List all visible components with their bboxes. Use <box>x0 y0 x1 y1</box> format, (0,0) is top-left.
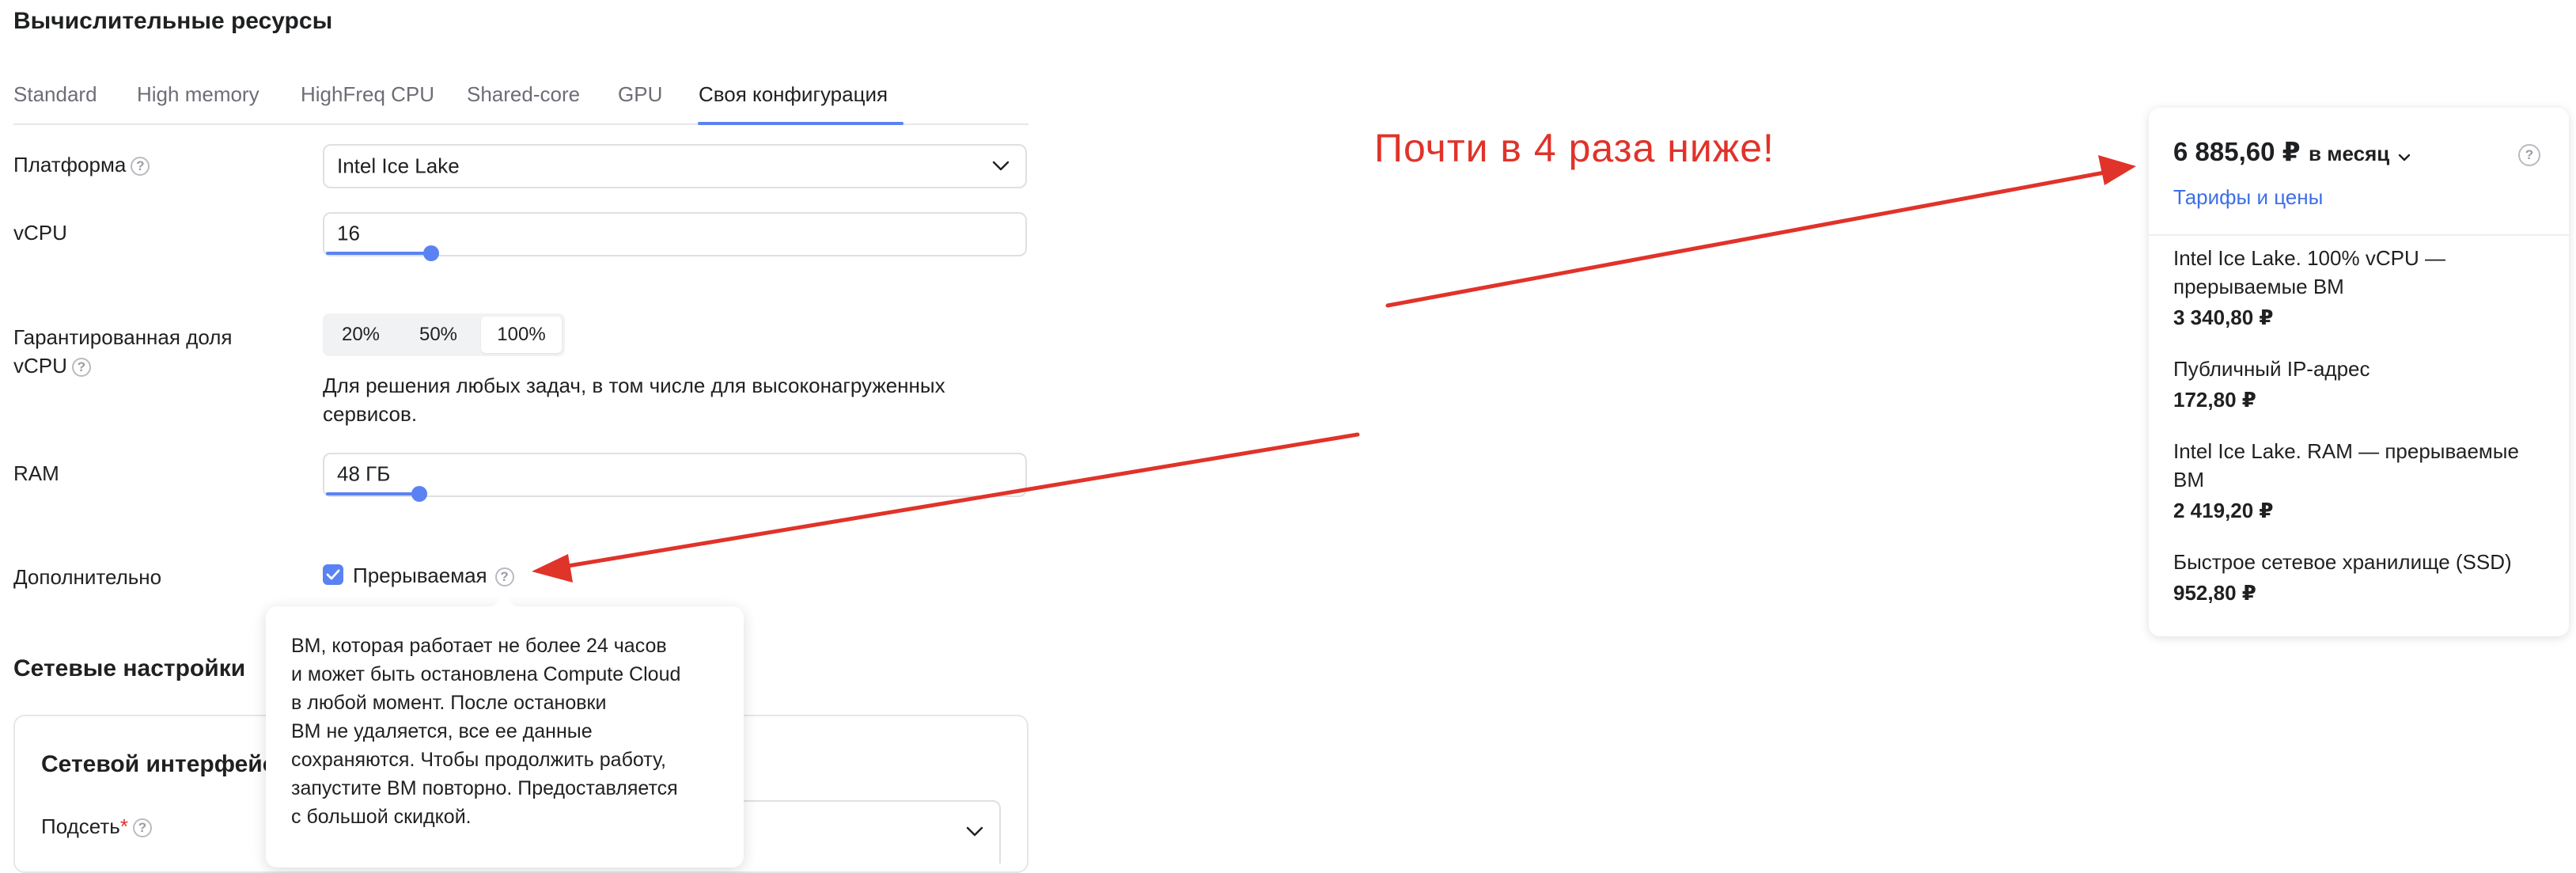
arrow-to-price <box>1385 155 2136 308</box>
arrow-to-preemptible <box>532 432 1360 583</box>
price-item-price: 172,80 ₽ <box>2173 388 2256 412</box>
price-item-name: Intel Ice Lake. 100% vCPU — <box>2173 246 2445 270</box>
price-item-name: ВМ <box>2173 468 2204 492</box>
price-item-name: Быстрое сетевое хранилище (SSD) <box>2173 550 2512 574</box>
price-item-name: Intel Ice Lake. RAM — прерываемые <box>2173 439 2519 463</box>
price-item-name: Публичный IP-адрес <box>2173 357 2370 381</box>
price-item: Быстрое сетевое хранилище (SSD) 952,80 ₽ <box>2173 548 2545 605</box>
price-item: Intel Ice Lake. RAM — прерываемые ВМ 2 4… <box>2173 437 2545 523</box>
chevron-down-icon <box>2398 154 2410 161</box>
price-summary-card: 6 885,60 ₽ в месяц ? Тарифы и цены Intel… <box>2149 108 2569 636</box>
price-item-price: 2 419,20 ₽ <box>2173 499 2274 522</box>
price-item-price: 3 340,80 ₽ <box>2173 306 2274 329</box>
help-icon[interactable]: ? <box>2518 144 2540 166</box>
price-total: 6 885,60 ₽ <box>2173 137 2301 166</box>
tariffs-link[interactable]: Тарифы и цены <box>2173 185 2323 210</box>
price-total-row[interactable]: 6 885,60 ₽ в месяц <box>2173 136 2411 167</box>
price-period: в месяц <box>2309 142 2390 165</box>
divider <box>2149 234 2569 236</box>
price-item: Intel Ice Lake. 100% vCPU — прерываемые … <box>2173 244 2545 330</box>
price-item-price: 952,80 ₽ <box>2173 581 2256 605</box>
price-item: Публичный IP-адрес 172,80 ₽ <box>2173 355 2545 412</box>
price-item-name: прерываемые ВМ <box>2173 275 2344 298</box>
